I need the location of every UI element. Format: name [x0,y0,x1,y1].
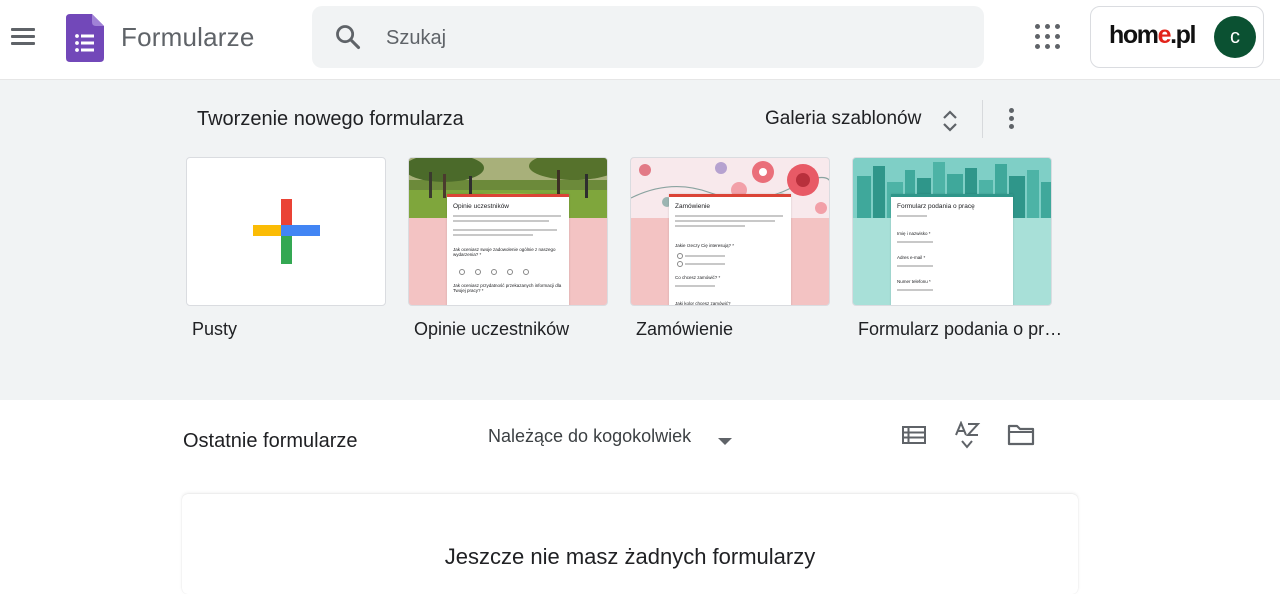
template-preview-question: Numer telefonu * [897,279,931,284]
template-preview-question: Jaki kolor chcesz zamówić? [675,301,731,306]
template-preview-form: Zamówienie Jakie rzeczy Cię interesują? … [669,194,791,306]
template-preview-question: Jak oceniasz swoje zadowolenie ogólnie z… [453,247,556,257]
template-label-event-feedback: Opinie uczestników [414,319,570,339]
template-thumbnail-event-feedback[interactable]: Opinie uczestników Jak oceniasz swoje za… [408,157,608,306]
brand-logo-accent: e [1157,21,1172,49]
apps-grid-icon[interactable] [1035,24,1061,50]
preview-line [685,255,725,257]
template-label-job-application: Formularz podania o pracę [858,319,1068,339]
preview-line [685,263,725,265]
preview-radio [507,269,513,275]
preview-line [675,285,715,287]
brand-logo-suffix: .pl [1170,21,1196,49]
preview-radio [491,269,497,275]
template-card-event-feedback[interactable]: Opinie uczestników Jak oceniasz swoje za… [408,157,608,339]
template-gallery-label: Galeria szablonów [765,108,922,129]
preview-line [453,215,561,217]
section-title: Tworzenie nowego formularza [197,108,464,130]
hamburger-menu-icon[interactable] [8,22,38,52]
brand-logo-part: hom [1109,21,1159,49]
search-bar[interactable] [312,6,984,68]
template-preview-title: Opinie uczestników [453,203,509,210]
account-avatar[interactable]: c [1214,16,1256,58]
template-thumbnail-order[interactable]: Zamówienie Jakie rzeczy Cię interesują? … [630,157,830,306]
arrow-drop-down-icon [718,433,732,451]
preview-radio [475,269,481,275]
preview-line [897,215,927,217]
unfold-more-icon [940,108,960,139]
template-label-order: Zamówienie [636,319,734,339]
toolbar-divider [982,100,983,138]
empty-state-card: Jeszcze nie masz żadnych formularzy [182,494,1078,594]
preview-line [453,220,549,222]
preview-radio [677,253,683,259]
recent-forms-title: Ostatnie formularze [183,430,358,452]
preview-line [675,220,775,222]
preview-radio [459,269,465,275]
preview-line [675,215,783,217]
google-forms-logo-icon[interactable] [66,14,104,67]
preview-line [675,225,745,227]
template-preview-title: Zamówienie [675,203,711,210]
more-vert-icon[interactable] [1000,104,1024,134]
account-switcher[interactable]: home.pl c [1090,6,1264,68]
empty-state-message: Jeszcze nie masz żadnych formularzy [444,544,816,569]
colored-plus-icon [253,199,320,264]
folder-icon[interactable] [1007,423,1035,452]
template-preview-question: Adres e-mail * [897,255,926,260]
preview-radio [523,269,529,275]
top-app-bar: Formularze home.pl c [0,0,1280,80]
search-icon[interactable] [334,23,362,56]
preview-line [453,234,533,236]
template-card-job-application[interactable]: Formularz podania o pracę Imię i nazwisk… [852,157,1068,339]
app-title[interactable]: Formularze [121,22,254,53]
template-preview-question: Co chcesz zamówić? * [675,275,721,280]
preview-radio [677,261,683,267]
template-preview-form: Opinie uczestników Jak oceniasz swoje za… [447,194,569,305]
template-gallery-button[interactable]: Galeria szablonów [760,96,970,142]
preview-line [897,289,933,291]
template-preview-question: Jakie rzeczy Cię interesują? * [675,243,735,248]
template-card-order[interactable]: Zamówienie Jakie rzeczy Cię interesują? … [630,157,830,339]
template-thumbnail-job-application[interactable]: Formularz podania o pracę Imię i nazwisk… [852,157,1052,306]
sort-az-icon[interactable] [953,420,981,456]
list-view-icon[interactable] [901,423,927,452]
template-preview-title: Formularz podania o pracę [897,203,975,210]
preview-line [897,241,933,243]
template-preview-question: Imię i nazwisko * [897,231,931,236]
template-gallery-section: Tworzenie nowego formularza Galeria szab… [0,80,1280,400]
template-preview-question: Jak oceniasz przydatność przekazanych in… [453,283,562,293]
template-thumbnail-blank[interactable] [186,157,386,306]
preview-line [453,229,557,231]
owner-filter-label: Należące do kogokolwiek [488,426,692,446]
owner-filter-dropdown[interactable]: Należące do kogokolwiek [488,423,748,453]
template-card-blank[interactable]: Pusty [186,157,386,339]
preview-line [897,265,933,267]
brand-logo: home.pl [1109,21,1196,50]
template-label-blank: Pusty [192,319,238,339]
search-input[interactable] [384,20,948,56]
template-preview-form: Formularz podania o pracę Imię i nazwisk… [891,194,1013,305]
